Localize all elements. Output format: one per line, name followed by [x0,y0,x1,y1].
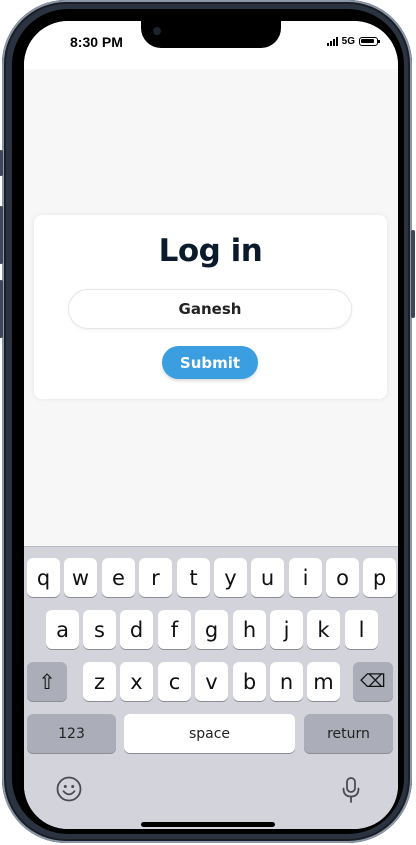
front-camera [153,27,161,35]
key-v[interactable]: v [195,662,228,701]
key-p[interactable]: p [363,558,396,597]
key-e[interactable]: e [102,558,135,597]
status-indicators: 5G [326,36,380,47]
signal-icon [326,37,338,46]
keyboard: q w e r t y u i o p a s d f g h j k l ⇧ … [24,546,398,829]
volume-down-button [0,280,3,338]
shift-key[interactable]: ⇧ [27,662,67,701]
space-key[interactable]: space [124,714,295,753]
microphone-icon[interactable] [340,776,362,804]
key-z[interactable]: z [83,662,116,701]
key-h[interactable]: h [233,610,266,649]
key-w[interactable]: w [64,558,97,597]
numbers-key[interactable]: 123 [27,714,116,753]
page-title: Log in [158,233,263,269]
key-d[interactable]: d [120,610,153,649]
username-input[interactable] [68,289,352,329]
key-u[interactable]: u [251,558,284,597]
screen: 8:30 PM 5G Log in Submit q w e r t y u i… [24,21,398,829]
key-r[interactable]: r [139,558,172,597]
key-l[interactable]: l [345,610,378,649]
key-o[interactable]: o [326,558,359,597]
submit-button[interactable]: Submit [162,346,258,379]
key-q[interactable]: q [27,558,60,597]
key-k[interactable]: k [307,610,340,649]
key-c[interactable]: c [158,662,191,701]
volume-up-button [0,206,3,264]
key-j[interactable]: j [270,610,303,649]
key-m[interactable]: m [307,662,340,701]
key-t[interactable]: t [177,558,210,597]
home-indicator[interactable] [141,822,275,827]
key-s[interactable]: s [83,610,116,649]
key-y[interactable]: y [214,558,247,597]
key-b[interactable]: b [233,662,266,701]
key-g[interactable]: g [195,610,228,649]
key-x[interactable]: x [120,662,153,701]
battery-icon [359,37,380,46]
power-button [411,230,415,318]
key-i[interactable]: i [289,558,322,597]
return-key[interactable]: return [304,714,393,753]
key-n[interactable]: n [270,662,303,701]
emoji-icon[interactable] [56,776,82,802]
notch [141,21,281,48]
key-a[interactable]: a [46,610,79,649]
network-type: 5G [341,36,355,47]
action-button [0,150,3,176]
status-bar: 8:30 PM 5G [24,21,398,69]
login-card: Log in Submit [34,215,387,399]
key-f[interactable]: f [158,610,191,649]
delete-key[interactable]: ⌫ [353,662,393,701]
status-time: 8:30 PM [70,34,123,50]
